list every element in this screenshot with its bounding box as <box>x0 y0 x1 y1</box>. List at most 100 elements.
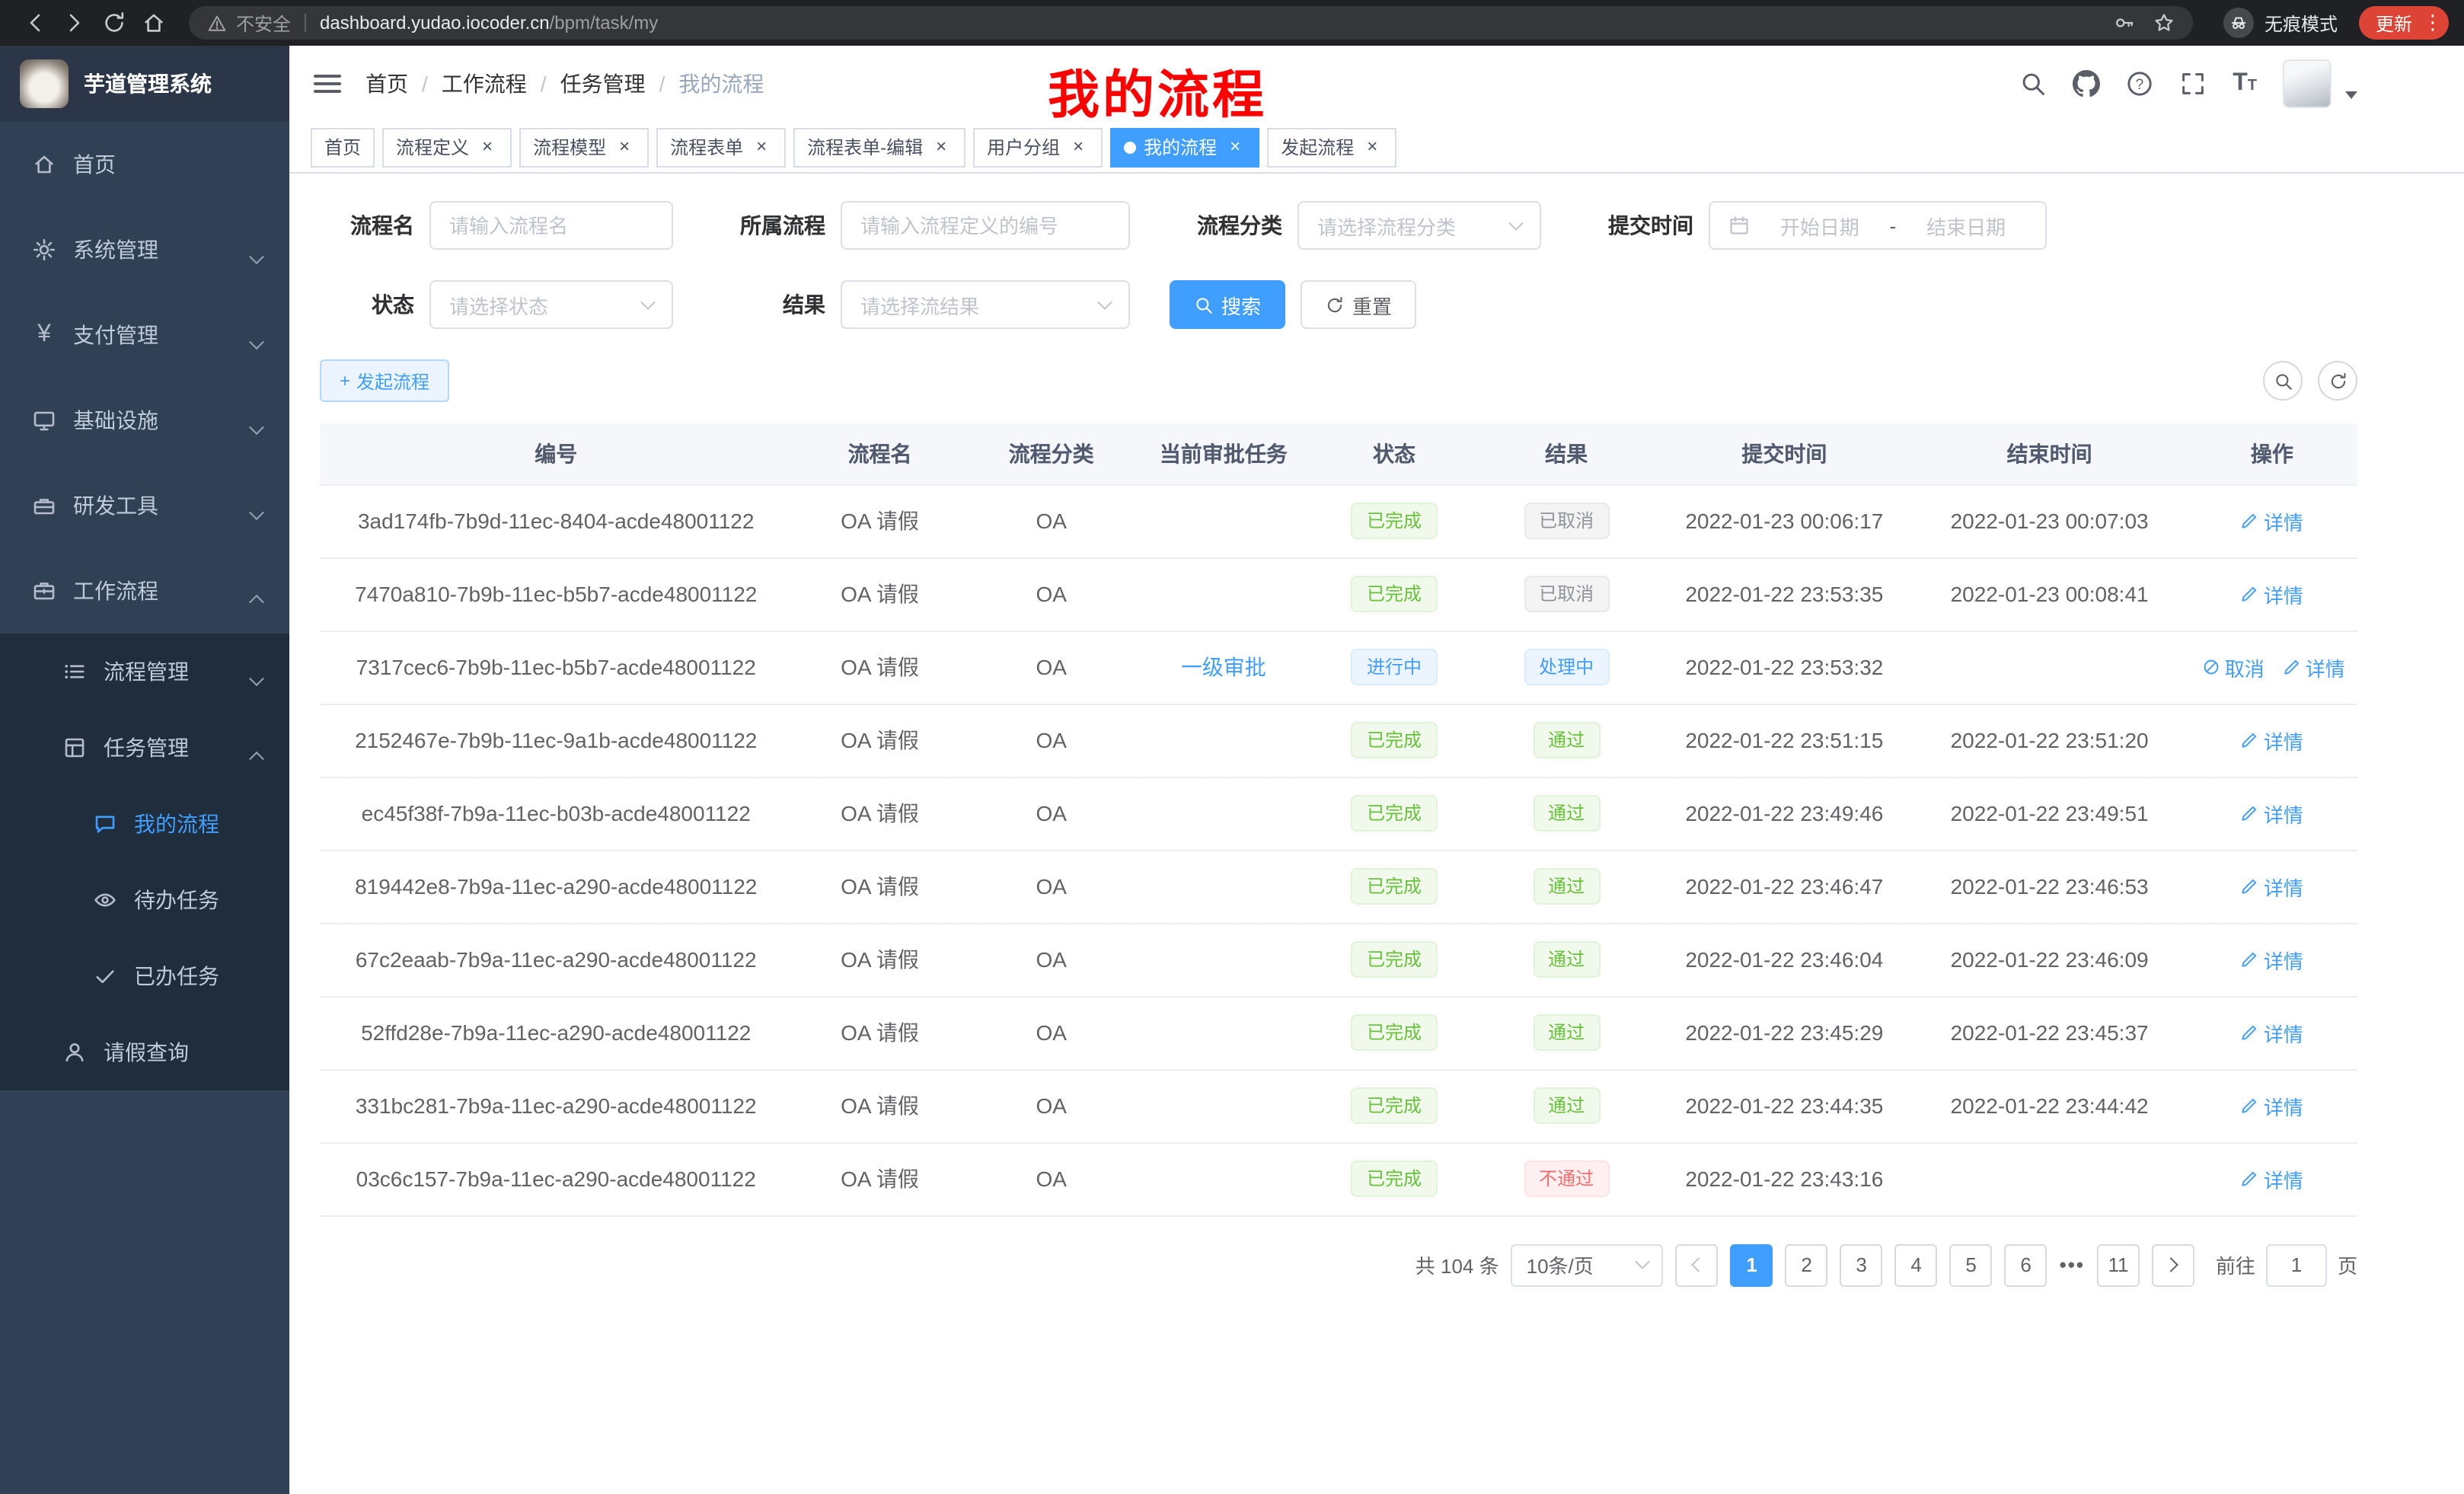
sidebar-item-task-mgmt[interactable]: 任务管理 <box>0 710 289 786</box>
sidebar-item-label: 首页 <box>73 149 116 180</box>
breadcrumb-item[interactable]: 工作流程 <box>442 69 527 99</box>
time-filter-label: 提交时间 <box>1578 210 1693 241</box>
page-button-11[interactable]: 11 <box>2097 1243 2140 1286</box>
prev-page-button[interactable] <box>1676 1243 1719 1286</box>
tab-process-form-edit[interactable]: 流程表单-编辑× <box>793 127 965 167</box>
page-button-1[interactable]: 1 <box>1731 1243 1773 1286</box>
detail-action-link[interactable]: 详情 <box>2241 1018 2303 1047</box>
pagination-ellipsis[interactable]: ••• <box>2060 1253 2085 1276</box>
start-date-placeholder[interactable]: 开始日期 <box>1759 211 1881 240</box>
detail-action-link[interactable]: 详情 <box>2283 653 2345 682</box>
close-icon[interactable]: × <box>1361 136 1383 158</box>
tab-process-model[interactable]: 流程模型× <box>519 127 649 167</box>
browser-menu-dots-icon[interactable]: ⋮ <box>2423 11 2441 35</box>
back-icon[interactable] <box>15 3 55 43</box>
detail-action-link[interactable]: 详情 <box>2241 945 2303 974</box>
detail-action-link[interactable]: 详情 <box>2241 1091 2303 1120</box>
name-input[interactable] <box>449 214 653 237</box>
page-button-3[interactable]: 3 <box>1840 1243 1883 1286</box>
result-select[interactable]: 请选择流结果 <box>841 280 1130 329</box>
reload-icon[interactable] <box>94 3 134 43</box>
page-button-5[interactable]: 5 <box>1950 1243 1993 1286</box>
result-filter-label: 结果 <box>710 289 825 320</box>
column-header: 结果 <box>1476 423 1656 484</box>
tab-process-form[interactable]: 流程表单× <box>656 127 786 167</box>
detail-action-link[interactable]: 详情 <box>2241 579 2303 608</box>
url-text[interactable]: dashboard.yudao.iocoder.cn/bpm/task/my <box>320 12 658 34</box>
close-icon[interactable]: × <box>1224 136 1246 158</box>
category-select[interactable]: 请选择流程分类 <box>1297 201 1541 250</box>
sidebar-item-dev-tools[interactable]: 研发工具 <box>0 463 289 548</box>
page-button-4[interactable]: 4 <box>1895 1243 1938 1286</box>
update-button[interactable]: 更新 ⋮ <box>2359 6 2449 40</box>
security-label[interactable]: 不安全 <box>236 10 291 36</box>
cell-status: 已完成 <box>1312 484 1476 557</box>
sidebar-item-my-process[interactable]: 我的流程 <box>0 786 289 862</box>
pagination: 共 104 条 10条/页 123456•••11 前往 页 <box>320 1243 2357 1332</box>
page-size-select[interactable]: 10条/页 <box>1511 1243 1664 1286</box>
search-icon[interactable] <box>2019 70 2047 97</box>
close-icon[interactable]: × <box>477 136 498 158</box>
chevron-down-icon[interactable] <box>2345 91 2357 98</box>
edit-icon <box>2241 731 2259 749</box>
result-badge: 通过 <box>1533 795 1600 832</box>
page-button-6[interactable]: 6 <box>2005 1243 2047 1286</box>
avatar[interactable] <box>2283 59 2332 108</box>
detail-action-link[interactable]: 详情 <box>2241 799 2303 828</box>
sidebar-item-todo-tasks[interactable]: 待办任务 <box>0 862 289 938</box>
sidebar-item-leave-query[interactable]: 请假查询 <box>0 1014 289 1090</box>
sidebar-item-process-mgmt[interactable]: 流程管理 <box>0 634 289 710</box>
help-icon[interactable]: ? <box>2126 70 2153 97</box>
home-icon[interactable] <box>134 3 174 43</box>
search-button[interactable]: 搜索 <box>1170 280 1285 329</box>
toggle-search-button[interactable] <box>2263 361 2303 401</box>
sidebar-item-workflow[interactable]: 工作流程 <box>0 548 289 634</box>
app-logo: 芋道管理系统 <box>0 46 289 122</box>
close-icon[interactable]: × <box>1068 136 1089 158</box>
next-page-button[interactable] <box>2152 1243 2194 1286</box>
breadcrumb-item[interactable]: 首页 <box>365 69 408 99</box>
sidebar-item-label: 基础设施 <box>73 405 158 436</box>
bookmark-star-icon[interactable] <box>2153 12 2175 34</box>
fullscreen-icon[interactable] <box>2179 70 2207 97</box>
close-icon[interactable]: × <box>751 136 772 158</box>
cell-result: 通过 <box>1476 777 1656 850</box>
tab-my-process[interactable]: 我的流程× <box>1110 127 1259 167</box>
tab-user-group[interactable]: 用户分组× <box>973 127 1103 167</box>
goto-page-input[interactable] <box>2266 1243 2327 1286</box>
sidebar-item-infrastructure[interactable]: 基础设施 <box>0 378 289 463</box>
page-button-2[interactable]: 2 <box>1786 1243 1828 1286</box>
cancel-action-link[interactable]: 取消 <box>2202 653 2265 682</box>
detail-action-link[interactable]: 详情 <box>2241 1164 2303 1193</box>
tab-start-process[interactable]: 发起流程× <box>1267 127 1396 167</box>
refresh-table-button[interactable] <box>2318 361 2357 401</box>
detail-action-link[interactable]: 详情 <box>2241 506 2303 535</box>
tab-home[interactable]: 首页 <box>311 127 375 167</box>
tab-process-definition[interactable]: 流程定义× <box>382 127 512 167</box>
end-date-placeholder[interactable]: 结束日期 <box>1905 211 2027 240</box>
breadcrumb-item[interactable]: 任务管理 <box>560 69 646 99</box>
status-select[interactable]: 请选择状态 <box>429 280 673 329</box>
hamburger-icon[interactable] <box>314 75 341 93</box>
key-icon[interactable] <box>2114 12 2135 34</box>
close-icon[interactable]: × <box>930 136 952 158</box>
start-process-button[interactable]: + 发起流程 <box>320 359 449 402</box>
sidebar-item-system[interactable]: 系统管理 <box>0 207 289 292</box>
sidebar-item-payment[interactable]: ¥支付管理 <box>0 292 289 378</box>
detail-action-link[interactable]: 详情 <box>2241 726 2303 755</box>
sidebar-item-home[interactable]: 首页 <box>0 122 289 207</box>
cell-status: 已完成 <box>1312 1069 1476 1142</box>
reset-button[interactable]: 重置 <box>1301 280 1416 329</box>
yen-icon: ¥ <box>30 323 58 347</box>
cell-status: 已完成 <box>1312 704 1476 777</box>
process-input[interactable] <box>860 214 1110 237</box>
font-size-icon[interactable]: TT <box>2233 72 2257 96</box>
forward-icon[interactable] <box>55 3 94 43</box>
close-icon[interactable]: × <box>614 136 635 158</box>
github-icon[interactable] <box>2073 70 2100 97</box>
address-bar[interactable]: 不安全 dashboard.yudao.iocoder.cn/bpm/task/… <box>189 6 2193 40</box>
sidebar-item-done-tasks[interactable]: 已办任务 <box>0 938 289 1014</box>
detail-action-link[interactable]: 详情 <box>2241 872 2303 901</box>
date-range-picker[interactable]: 开始日期 - 结束日期 <box>1709 201 2047 250</box>
task-link[interactable]: 一级审批 <box>1181 655 1266 679</box>
